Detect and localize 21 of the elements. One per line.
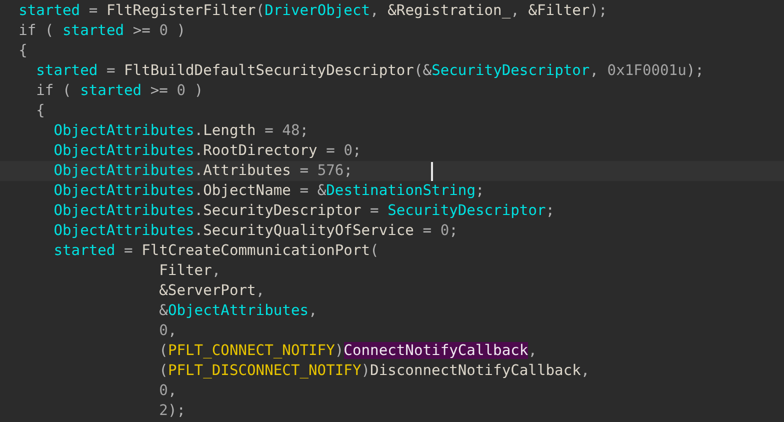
code-line: started = FltCreateCommunicationPort( [52,241,379,261]
code-line: &ObjectAttributes, [158,301,318,321]
code-line: started = FltBuildDefaultSecurityDescriptor(&SecurityDescriptor, 0x1F0001u); [35,61,704,81]
code-line: if ( started >= 0 ) [18,21,186,41]
code-line: if ( started >= 0 ) [35,81,204,101]
code-line: ObjectAttributes.RootDirectory = 0; [52,141,362,161]
code-line: ObjectAttributes.SecurityQualityOfService = 0; [52,221,458,241]
code-line: ObjectAttributes.Attributes = 576; [52,161,352,181]
code-line: started = FltRegisterFilter(DriverObject, &Registration_, &Filter); [18,1,608,21]
code-line: 0, [158,381,177,401]
code-line: (PFLT_CONNECT_NOTIFY)ConnectNotifyCallback, [158,341,537,361]
code-line: ObjectAttributes.Length = 48; [52,121,309,141]
code-line: { [18,41,28,61]
code-line: 0, [158,321,177,341]
code-line: ObjectAttributes.SecurityDescriptor = SecurityDescriptor; [52,201,555,221]
code-line: Filter, [158,261,221,281]
code-line: ObjectAttributes.ObjectName = &DestinationString; [52,181,484,201]
code-line: &ServerPort, [158,281,265,301]
code-line: (PFLT_DISCONNECT_NOTIFY)DisconnectNotifyCallback, [158,361,590,381]
code-line: 2); [158,401,186,421]
code-line: { [35,101,45,121]
